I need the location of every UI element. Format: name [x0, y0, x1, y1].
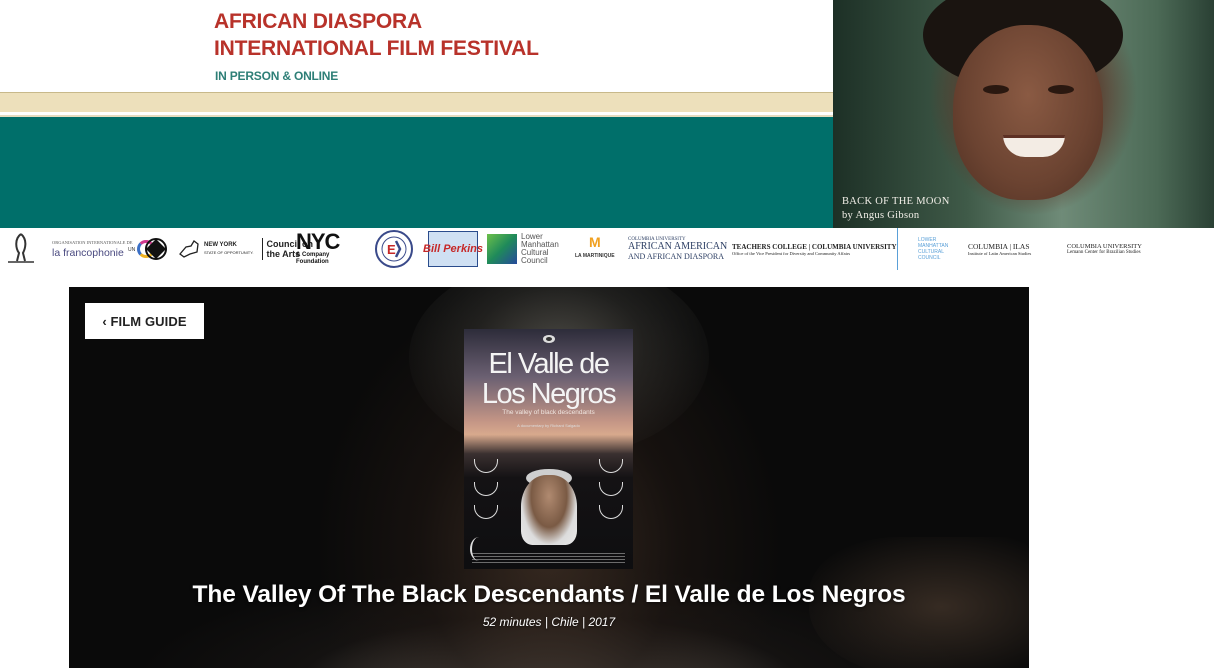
- martinique-logo[interactable]: M LA MARTINIQUE: [575, 228, 615, 270]
- francophonie-line1: ORGANISATION INTERNATIONALE DE: [52, 240, 133, 245]
- lmcc-logo[interactable]: Lower Manhattan Cultural Council: [487, 228, 559, 270]
- banner-left-panel: AFRICAN DIASPORA INTERNATIONAL FILM FEST…: [0, 0, 833, 228]
- ilas-line2: Institute of Latin American Studies: [968, 251, 1032, 256]
- tc-line2: Office of the Vice President for Diversi…: [732, 250, 851, 256]
- teachers-college-logo[interactable]: TEACHERS COLLEGE | COLUMBIA UNIVERSITY O…: [732, 228, 897, 270]
- film-meta: 52 minutes | Chile | 2017: [482, 615, 616, 629]
- poster-title: El Valle de Los Negros: [464, 349, 633, 409]
- martinique-text: LA MARTINIQUE: [575, 253, 615, 259]
- nyc-sub1: & Company: [296, 252, 330, 258]
- ilas-line1: COLUMBIA | ILAS: [968, 242, 1030, 251]
- photo-caption: BACK OF THE MOON by Angus Gibson: [842, 195, 950, 223]
- seal-logo[interactable]: E: [373, 228, 415, 270]
- unesco-logo[interactable]: UN: [128, 228, 172, 270]
- svg-text:E: E: [387, 242, 396, 257]
- poster-credit: A documentary by Richard Salgado: [517, 423, 580, 428]
- photo-face: [953, 25, 1103, 200]
- nys-divider: [261, 238, 263, 260]
- laurel-icon: [599, 482, 623, 496]
- film-title: The Valley Of The Black Descendants / El…: [192, 581, 906, 608]
- poster-title-line2: Los Negros: [481, 378, 617, 410]
- nys-line1: NEW YORK: [204, 242, 237, 248]
- festival-emblem-logo[interactable]: [4, 228, 38, 270]
- columbia-ilas-logo[interactable]: COLUMBIA | ILAS Institute of Latin Ameri…: [968, 228, 1031, 270]
- poster-title-line1: El Valle de: [488, 348, 611, 380]
- lemann-line2: Lemann Center for Brazilian Studies: [1067, 250, 1141, 255]
- seal-icon: E: [375, 230, 413, 268]
- film-poster[interactable]: El Valle de Los Negros The valley of bla…: [464, 329, 633, 569]
- lmcc-square-icon: [487, 234, 517, 264]
- cu-aaads-line1: AFRICAN AMERICAN: [628, 241, 728, 252]
- festival-banner: AFRICAN DIASPORA INTERNATIONAL FILM FEST…: [0, 0, 1214, 228]
- photo-caption-director: by Angus Gibson: [842, 210, 920, 221]
- poster-tagline: The valley of black descendants: [502, 409, 595, 416]
- featured-film-photo[interactable]: BACK OF THE MOON by Angus Gibson: [833, 0, 1214, 228]
- lmcc2-line4: COUNCIL: [918, 255, 941, 261]
- teal-band: [0, 115, 833, 228]
- lemann-line1: COLUMBIA UNIVERSITY: [1067, 243, 1142, 250]
- nyc-logo-text: NYC: [296, 229, 340, 254]
- photo-eye-left: [983, 85, 1009, 94]
- photo-caption-title: BACK OF THE MOON: [842, 196, 950, 207]
- festival-title[interactable]: AFRICAN DIASPORA INTERNATIONAL FILM FEST…: [214, 8, 539, 62]
- nyc-company-logo[interactable]: NYC & Company Foundation: [296, 228, 340, 270]
- nys-map-icon: [179, 240, 199, 258]
- poster-studio-icon: [543, 335, 555, 343]
- laurel-icon: [474, 482, 498, 496]
- lemann-center-logo[interactable]: COLUMBIA UNIVERSITY Lemann Center for Br…: [1067, 228, 1142, 270]
- lmcc2-logo[interactable]: LOWER MANHATTAN CULTURAL COUNCIL: [897, 228, 948, 270]
- bill-perkins-logo[interactable]: Bill Perkins: [423, 231, 483, 267]
- nys-line2: STATE OF OPPORTUNITY.: [204, 250, 254, 255]
- unesco-icon: UN: [128, 238, 167, 260]
- poster-credits-block: [472, 551, 625, 563]
- film-hero-section: ‹ FILM GUIDE El Valle de Los Negros The …: [69, 287, 1029, 668]
- film-guide-back-button[interactable]: ‹ FILM GUIDE: [85, 303, 204, 339]
- festival-title-line2: INTERNATIONAL FILM FESTIVAL: [214, 37, 539, 60]
- svg-text:UN: UN: [128, 247, 136, 253]
- cu-aaads-logo[interactable]: COLUMBIA UNIVERSITY AFRICAN AMERICAN AND…: [628, 228, 727, 270]
- photo-eye-right: [1048, 85, 1074, 94]
- tc-line1: TEACHERS COLLEGE | COLUMBIA UNIVERSITY: [732, 242, 897, 251]
- laurel-icon: [474, 459, 498, 473]
- laurel-icon: [599, 459, 623, 473]
- beige-band: [0, 92, 833, 112]
- sponsor-logos-strip: ORGANISATION INTERNATIONALE DE la franco…: [0, 228, 1214, 270]
- laurel-icon: [599, 505, 623, 519]
- festival-title-line1: AFRICAN DIASPORA: [214, 10, 422, 33]
- poster-man-portrait: [521, 475, 577, 545]
- lmcc-line4: Council: [521, 256, 548, 265]
- perkins-text: Bill Perkins: [423, 243, 483, 255]
- cu-aaads-line2: AND AFRICAN DIASPORA: [628, 252, 725, 261]
- festival-subtitle: IN PERSON & ONLINE: [215, 69, 339, 83]
- laurel-icon: [474, 505, 498, 519]
- festival-emblem-icon: [8, 233, 34, 263]
- nyc-sub2: Foundation: [296, 259, 329, 265]
- francophonie-line2: la francophonie: [52, 247, 124, 259]
- martinique-m: M: [588, 234, 601, 250]
